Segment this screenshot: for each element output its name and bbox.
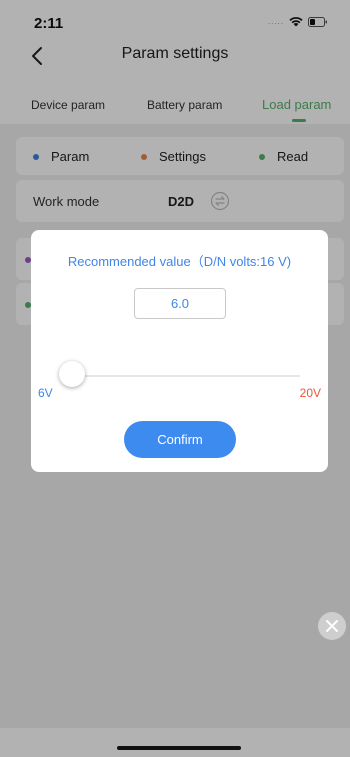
home-indicator [117,746,241,750]
close-icon [326,620,338,632]
value-slider-track[interactable] [71,375,300,377]
value-input[interactable] [134,288,226,319]
dialog-title: Recommended value（D/N volts:16 V) [67,254,292,269]
value-slider-thumb[interactable] [59,361,85,387]
slider-max-label: 20V [299,386,321,400]
slider-min-label: 6V [38,386,53,400]
confirm-button[interactable]: Confirm [124,421,236,458]
app-screen: 2:11 ..... Param settings Device param B… [0,0,350,757]
close-dialog-button[interactable] [318,612,346,640]
value-dialog: Recommended value（D/N volts:16 V) 6V 20V… [31,230,328,472]
